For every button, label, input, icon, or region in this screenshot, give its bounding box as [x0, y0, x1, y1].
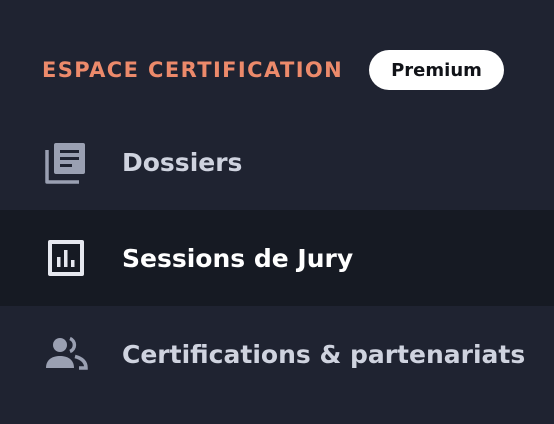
nav-item-certifications-partenariats[interactable]: Certifications & partenariats — [0, 306, 554, 402]
certification-sidebar: ESPACE CERTIFICATION Premium Dossiers Se… — [0, 0, 554, 424]
people-group-icon — [44, 332, 88, 376]
nav-item-label: Certifications & partenariats — [122, 339, 526, 369]
nav-item-label: Dossiers — [122, 147, 243, 177]
nav-item-label: Sessions de Jury — [122, 243, 354, 273]
premium-badge: Premium — [369, 50, 504, 90]
section-title: ESPACE CERTIFICATION — [42, 58, 344, 82]
nav-item-sessions-de-jury[interactable]: Sessions de Jury — [0, 210, 554, 306]
bar-chart-icon — [44, 236, 88, 280]
nav-item-dossiers[interactable]: Dossiers — [0, 114, 554, 210]
section-header: ESPACE CERTIFICATION Premium — [42, 50, 504, 90]
documents-stack-icon — [44, 140, 88, 184]
